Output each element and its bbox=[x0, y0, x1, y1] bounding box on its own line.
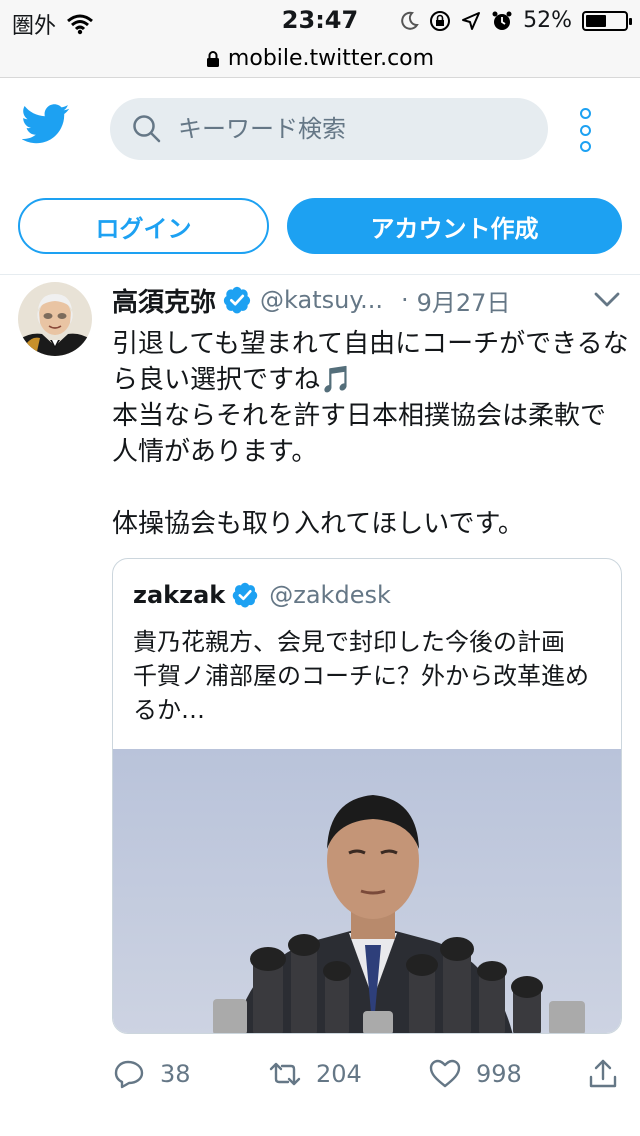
tweet-header: 高須克弥 @katsuy... · 9月27日 bbox=[112, 282, 622, 318]
login-button[interactable]: ログイン bbox=[18, 198, 269, 254]
quoted-author-handle: @zakdesk bbox=[269, 581, 391, 609]
rotation-lock-icon bbox=[430, 10, 451, 31]
divider bbox=[0, 274, 640, 275]
like-count: 998 bbox=[476, 1060, 522, 1088]
signup-button[interactable]: アカウント作成 bbox=[287, 198, 622, 254]
more-vertical-icon[interactable] bbox=[574, 108, 596, 152]
quoted-tweet-card[interactable]: zakzak @zakdesk 貴乃花親方、会見で封印した今後の計画 千賀ノ浦部… bbox=[112, 558, 622, 1034]
url-bar[interactable]: mobile.twitter.com bbox=[0, 40, 640, 78]
battery-level bbox=[586, 14, 606, 27]
menu-dot bbox=[579, 141, 591, 152]
tweet-text: 引退しても望まれて自由にコーチができるなら良い選択ですね🎵 本当ならそれを許す日… bbox=[112, 329, 629, 539]
tweet-date[interactable]: 9月27日 bbox=[417, 283, 511, 318]
like-button[interactable]: 998 bbox=[428, 1052, 522, 1096]
quoted-tweet-header: zakzak @zakdesk bbox=[133, 581, 391, 609]
twitter-bird-icon[interactable] bbox=[22, 104, 70, 144]
url-text: mobile.twitter.com bbox=[227, 46, 435, 71]
share-button[interactable] bbox=[586, 1052, 620, 1096]
retweet-icon bbox=[269, 1062, 301, 1086]
share-icon bbox=[589, 1059, 617, 1088]
avatar[interactable] bbox=[18, 282, 92, 356]
battery-icon bbox=[582, 10, 632, 31]
separator-dot: · bbox=[401, 286, 409, 314]
avatar-image bbox=[18, 282, 92, 356]
location-icon bbox=[462, 11, 481, 30]
chevron-down-icon[interactable] bbox=[594, 292, 620, 308]
search-box[interactable] bbox=[110, 98, 548, 160]
site-header bbox=[0, 78, 640, 178]
author-name[interactable]: 高須克弥 bbox=[112, 282, 216, 319]
search-input[interactable] bbox=[178, 115, 498, 143]
verified-badge-icon bbox=[223, 286, 251, 314]
quoted-tweet-photo bbox=[113, 749, 621, 1033]
search-icon bbox=[133, 115, 161, 143]
alarm-icon bbox=[492, 11, 512, 30]
reply-button[interactable]: 38 bbox=[112, 1052, 191, 1096]
quoted-author-name: zakzak bbox=[133, 581, 226, 609]
retweet-button[interactable]: 204 bbox=[268, 1052, 362, 1096]
tweet-actions: 38 204 998 bbox=[112, 1052, 622, 1096]
reply-icon bbox=[114, 1060, 144, 1089]
lock-icon bbox=[206, 50, 219, 67]
author-handle[interactable]: @katsuy... bbox=[260, 286, 383, 314]
verified-badge-icon bbox=[233, 582, 258, 608]
reply-count: 38 bbox=[160, 1060, 191, 1088]
quoted-tweet-text: 貴乃花親方、会見で封印した今後の計画 千賀ノ浦部屋のコーチに？外から改革進めるか… bbox=[133, 628, 589, 724]
menu-dot bbox=[579, 108, 591, 119]
heart-icon bbox=[429, 1059, 461, 1088]
status-right: 52% bbox=[399, 8, 632, 33]
retweet-count: 204 bbox=[316, 1060, 362, 1088]
menu-dot bbox=[579, 124, 591, 136]
battery-percent: 52% bbox=[523, 8, 572, 33]
status-bar: 圏外 23:47 52% bbox=[0, 0, 640, 40]
moon-icon bbox=[401, 11, 419, 30]
